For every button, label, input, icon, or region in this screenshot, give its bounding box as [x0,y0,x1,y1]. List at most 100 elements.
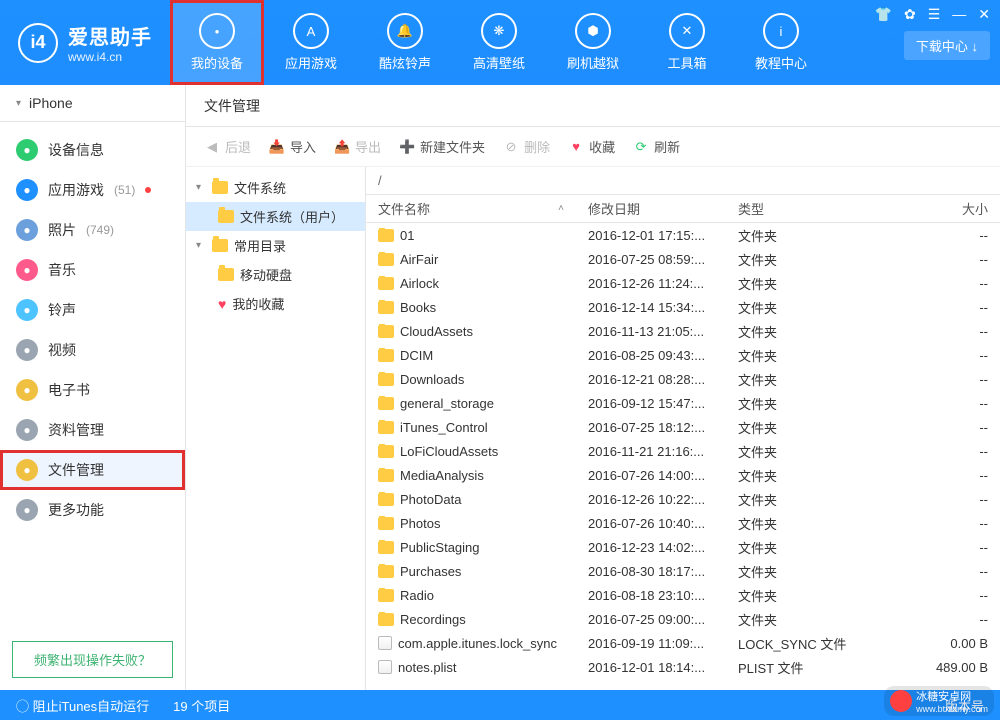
apple-icon: • [199,13,235,49]
back-button[interactable]: ◀后退 [204,137,251,156]
nav-wrench[interactable]: ✕工具箱 [640,0,734,85]
favorite-button[interactable]: ♥收藏 [568,137,615,156]
chevron-down-icon: ▾ [196,182,206,193]
file-size: 0.00 B [886,636,1000,651]
file-size: -- [886,420,1000,435]
nav-flower[interactable]: ❋高清壁纸 [452,0,546,85]
sidebar-item-0[interactable]: ●设备信息 [0,130,185,170]
nav-appstore[interactable]: A 应用游戏 [264,0,358,85]
col-header-date[interactable]: 修改日期 [576,199,726,218]
file-row[interactable]: iTunes_Control2016-07-25 18:12:...文件夹-- [366,415,1000,439]
tree-favorites[interactable]: ♥ 我的收藏 [186,289,365,318]
file-row[interactable]: general_storage2016-09-12 15:47:...文件夹-- [366,391,1000,415]
file-row[interactable]: PhotoData2016-12-26 10:22:...文件夹-- [366,487,1000,511]
sidebar-icon: ● [16,379,38,401]
file-row[interactable]: LoFiCloudAssets2016-11-21 21:16:...文件夹-- [366,439,1000,463]
file-row[interactable]: Recordings2016-07-25 09:00:...文件夹-- [366,607,1000,631]
tab-file-manager[interactable]: 文件管理 [204,96,260,116]
sidebar-icon: ● [16,499,38,521]
file-row[interactable]: com.apple.itunes.lock_sync2016-09-19 11:… [366,631,1000,655]
file-type: 文件夹 [726,370,886,389]
path-bar[interactable]: / [366,167,1000,195]
sidebar-item-label: 更多功能 [48,500,104,520]
file-name: AirFair [400,252,438,267]
tree-root-filesystem[interactable]: ▾ 文件系统 [186,173,365,202]
nav-label: 应用游戏 [285,53,337,72]
sidebar-item-label: 照片 [48,220,76,240]
file-row[interactable]: notes.plist2016-12-01 18:14:...PLIST 文件4… [366,655,1000,679]
folder-icon [378,373,394,386]
nav-bell[interactable]: 🔔酷炫铃声 [358,0,452,85]
sidebar-item-8[interactable]: ●文件管理 [0,450,185,490]
file-size: -- [886,612,1000,627]
sidebar-item-label: 视频 [48,340,76,360]
tree-user-filesystem[interactable]: 文件系统（用户） [186,202,365,231]
file-row[interactable]: Radio2016-08-18 23:10:...文件夹-- [366,583,1000,607]
new-folder-button[interactable]: ➕新建文件夹 [399,137,485,156]
shirt-icon[interactable]: 👕 [875,6,892,23]
sidebar-item-6[interactable]: ●电子书 [0,370,185,410]
file-row[interactable]: PublicStaging2016-12-23 14:02:...文件夹-- [366,535,1000,559]
brand-name: 爱思助手 [68,21,152,50]
file-date: 2016-12-01 17:15:... [576,228,726,243]
sidebar-item-1[interactable]: ●应用游戏(51) [0,170,185,210]
nav-apple[interactable]: •我的设备 [170,0,264,85]
itunes-toggle[interactable]: ◯ 阻止iTunes自动运行 [16,696,149,715]
appstore-icon: A [293,13,329,49]
file-row[interactable]: Books2016-12-14 15:34:...文件夹-- [366,295,1000,319]
file-size: -- [886,276,1000,291]
folder-icon [378,541,394,554]
file-name: Recordings [400,612,466,627]
watermark: 冰糖安卓网 www.btxtdmy.com [884,686,994,716]
export-button[interactable]: 📤导出 [334,137,381,156]
file-row[interactable]: Downloads2016-12-21 08:28:...文件夹-- [366,367,1000,391]
import-button[interactable]: 📥导入 [269,137,316,156]
file-row[interactable]: MediaAnalysis2016-07-26 14:00:...文件夹-- [366,463,1000,487]
file-row[interactable]: CloudAssets2016-11-13 21:05:...文件夹-- [366,319,1000,343]
file-row[interactable]: 012016-12-01 17:15:...文件夹-- [366,223,1000,247]
sidebar-item-9[interactable]: ● 更多功能 [0,490,185,530]
file-size: -- [886,348,1000,363]
close-icon[interactable]: ✕ [978,6,990,23]
import-icon: 📥 [269,139,285,155]
download-center-button[interactable]: 下载中心 ↓ [904,31,990,60]
heart-icon: ♥ [218,296,226,312]
help-link[interactable]: 频繁出现操作失败？ [12,641,173,678]
file-date: 2016-08-18 23:10:... [576,588,726,603]
sidebar-item-4[interactable]: ●铃声 [0,290,185,330]
col-header-size[interactable]: 大小 [886,199,1000,218]
col-header-name[interactable]: 文件名称 ˄ [366,199,576,218]
delete-button[interactable]: ⊘删除 [503,137,550,156]
device-name: iPhone [29,95,73,111]
sidebar-item-label: 铃声 [48,300,76,320]
sidebar-item-7[interactable]: ●资料管理 [0,410,185,450]
nav-info[interactable]: i教程中心 [734,0,828,85]
sidebar-item-2[interactable]: ●照片(749) [0,210,185,250]
folder-icon [378,301,394,314]
file-list[interactable]: 012016-12-01 17:15:...文件夹--AirFair2016-0… [366,223,1000,690]
folder-icon [378,229,394,242]
file-row[interactable]: AirFair2016-07-25 08:59:...文件夹-- [366,247,1000,271]
file-date: 2016-12-26 11:24:... [576,276,726,291]
col-header-type[interactable]: 类型 [726,199,886,218]
file-row[interactable]: Purchases2016-08-30 18:17:...文件夹-- [366,559,1000,583]
sidebar-item-5[interactable]: ●视频 [0,330,185,370]
file-name: LoFiCloudAssets [400,444,498,459]
tree-mobile-disk[interactable]: 移动硬盘 [186,260,365,289]
file-type: 文件夹 [726,538,886,557]
sidebar-item-3[interactable]: ●音乐 [0,250,185,290]
nav-box[interactable]: ⬢刷机越狱 [546,0,640,85]
device-selector[interactable]: ▾ iPhone [0,85,185,122]
folder-icon [378,613,394,626]
file-row[interactable]: Airlock2016-12-26 11:24:...文件夹-- [366,271,1000,295]
refresh-button[interactable]: ⟳刷新 [633,137,680,156]
tree-common-dirs[interactable]: ▾ 常用目录 [186,231,365,260]
minimize-icon[interactable]: — [952,6,966,23]
chevron-down-icon: ▾ [196,240,206,251]
settings-icon[interactable]: ✿ [904,6,916,23]
file-type: 文件夹 [726,490,886,509]
menu-icon[interactable]: ☰ [928,6,941,23]
file-row[interactable]: Photos2016-07-26 10:40:...文件夹-- [366,511,1000,535]
file-date: 2016-12-14 15:34:... [576,300,726,315]
file-row[interactable]: DCIM2016-08-25 09:43:...文件夹-- [366,343,1000,367]
